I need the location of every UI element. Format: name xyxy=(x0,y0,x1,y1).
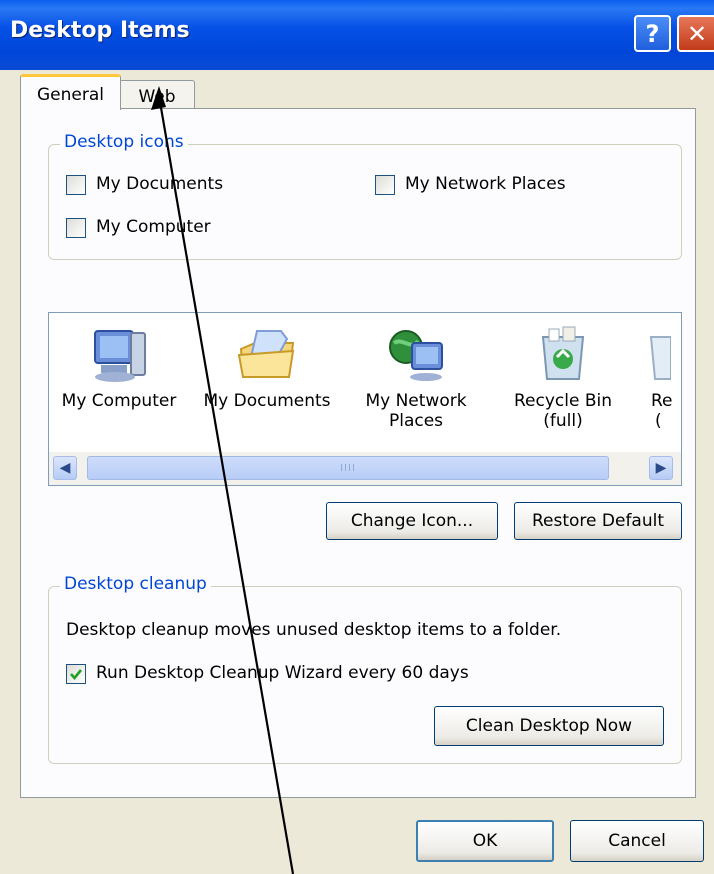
tab-general-label: General xyxy=(37,85,104,105)
annotation-arrow xyxy=(151,86,295,874)
tab-general[interactable]: General xyxy=(20,74,121,110)
